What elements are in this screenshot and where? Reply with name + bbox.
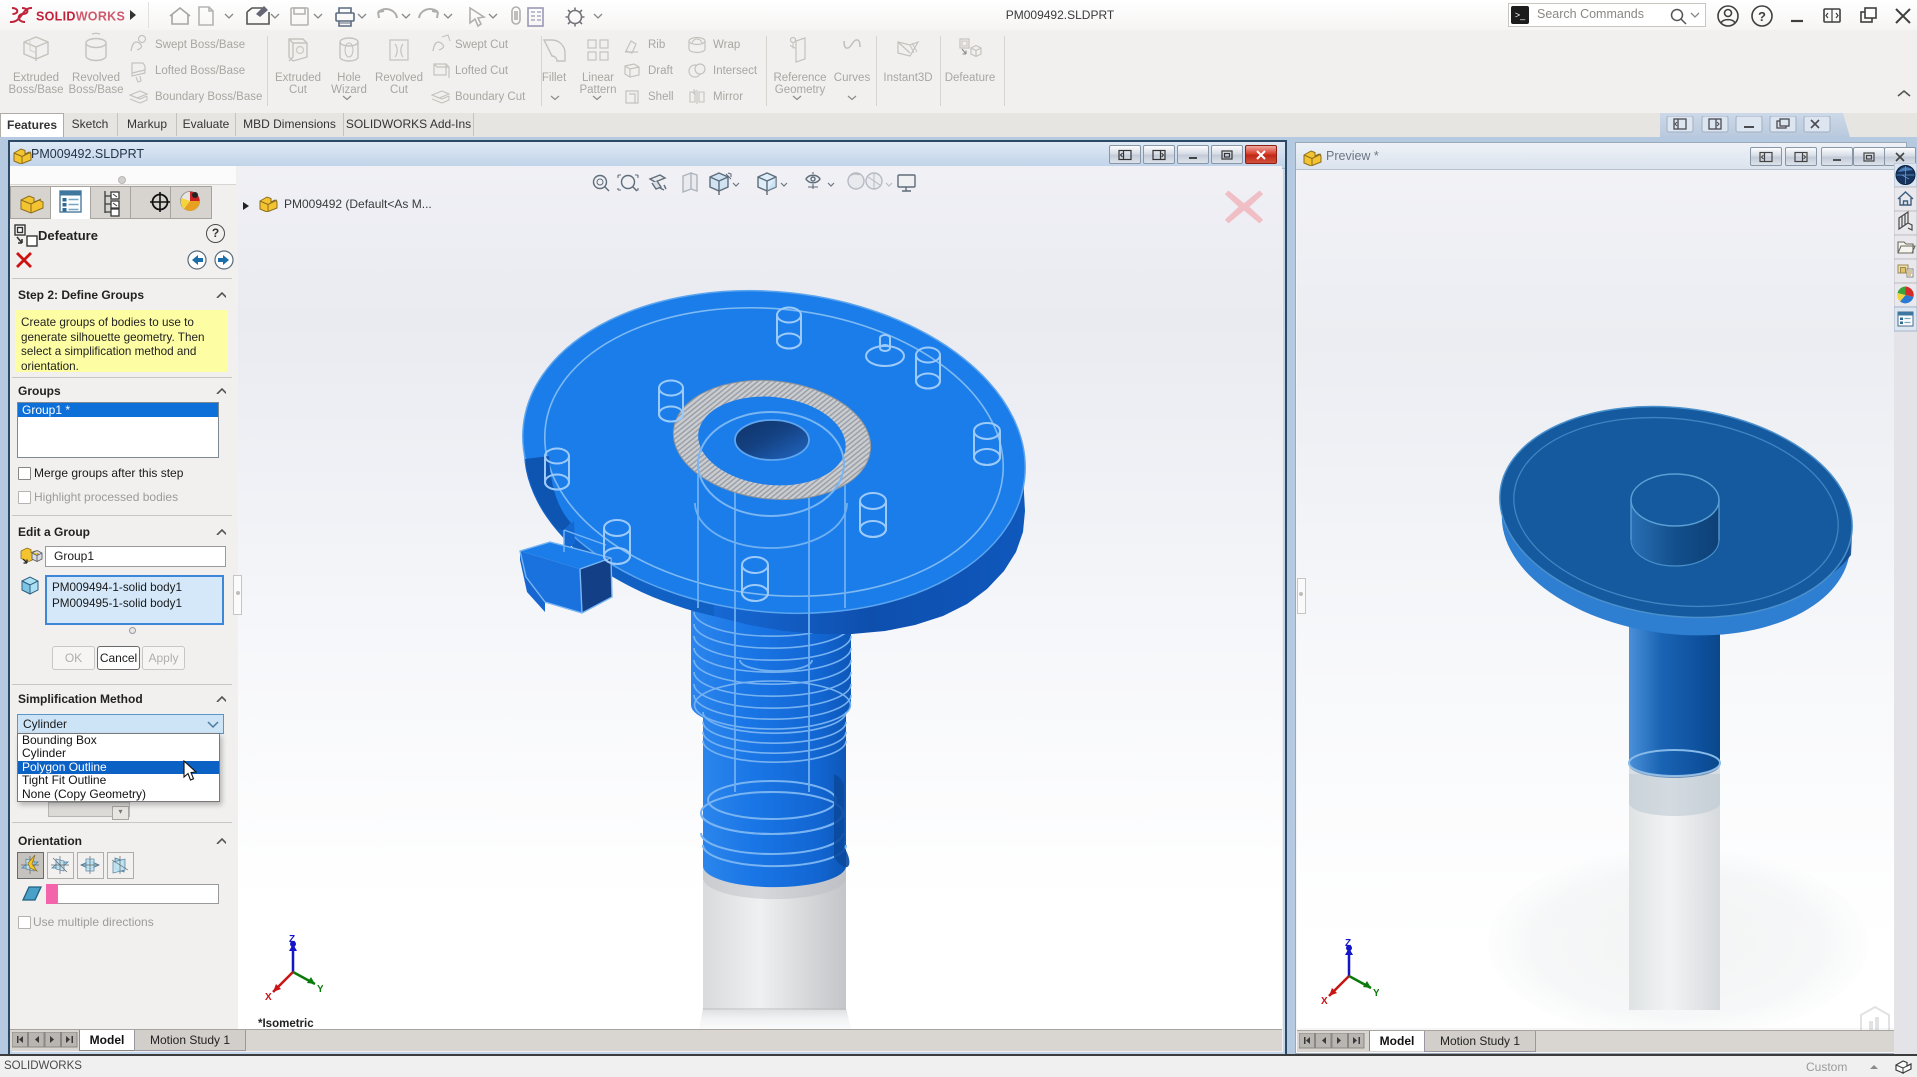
svg-text:Y: Y	[317, 984, 323, 995]
svg-text:X: X	[1321, 996, 1328, 1007]
svg-text:?: ?	[1758, 9, 1766, 24]
svg-text:Y: Y	[1373, 988, 1379, 999]
svg-text:X: X	[265, 992, 272, 1003]
svg-text:SOLIDWORKS: SOLIDWORKS	[36, 10, 125, 24]
